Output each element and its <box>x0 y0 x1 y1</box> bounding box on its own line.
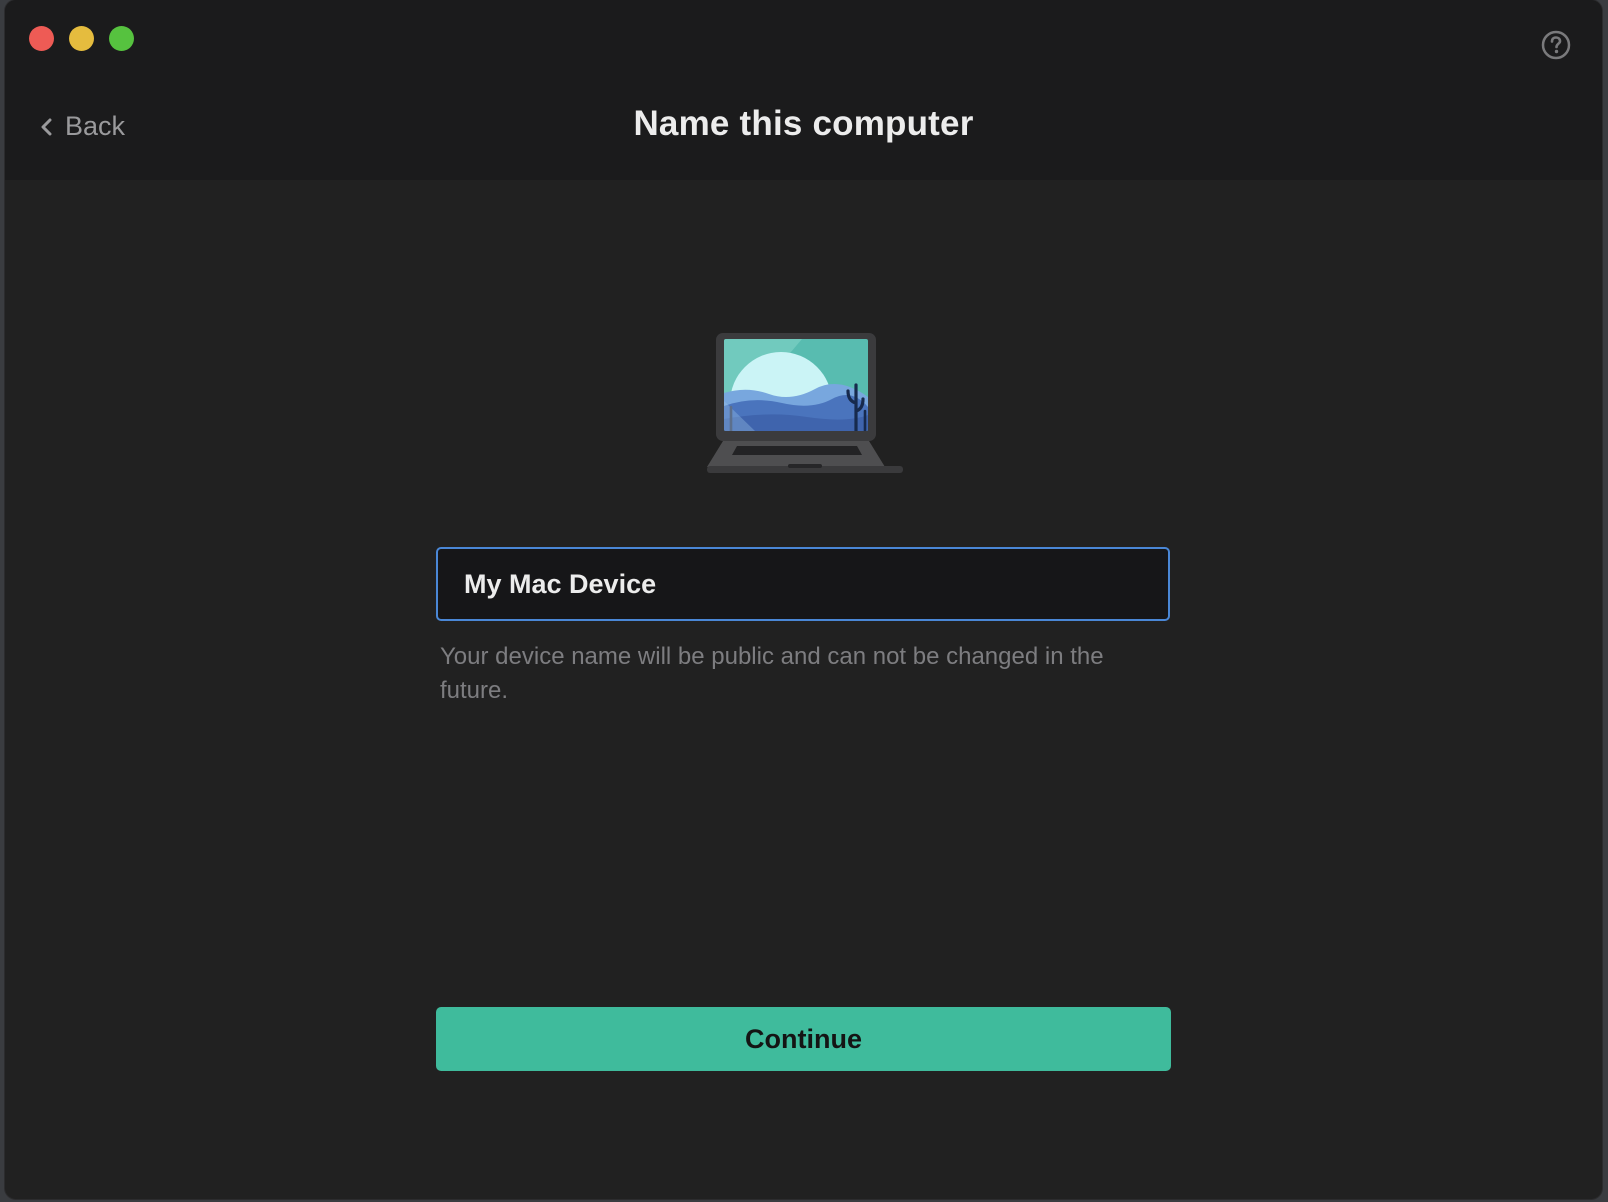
device-name-field-wrapper <box>436 547 1170 621</box>
header-bar: Back Name this computer <box>5 0 1602 180</box>
laptop-illustration-icon <box>707 333 903 473</box>
help-circle-icon[interactable] <box>1541 30 1571 60</box>
window-minimize-button[interactable] <box>69 26 94 51</box>
continue-button[interactable]: Continue <box>436 1007 1171 1071</box>
device-name-hint: Your device name will be public and can … <box>440 643 1104 704</box>
page-title: Name this computer <box>633 104 974 143</box>
window-zoom-button[interactable] <box>109 26 134 51</box>
app-window: Back Name this computer My Mac Device Yo… <box>5 0 1602 1199</box>
window-close-button[interactable] <box>29 26 54 51</box>
device-name-input[interactable] <box>438 549 1168 619</box>
